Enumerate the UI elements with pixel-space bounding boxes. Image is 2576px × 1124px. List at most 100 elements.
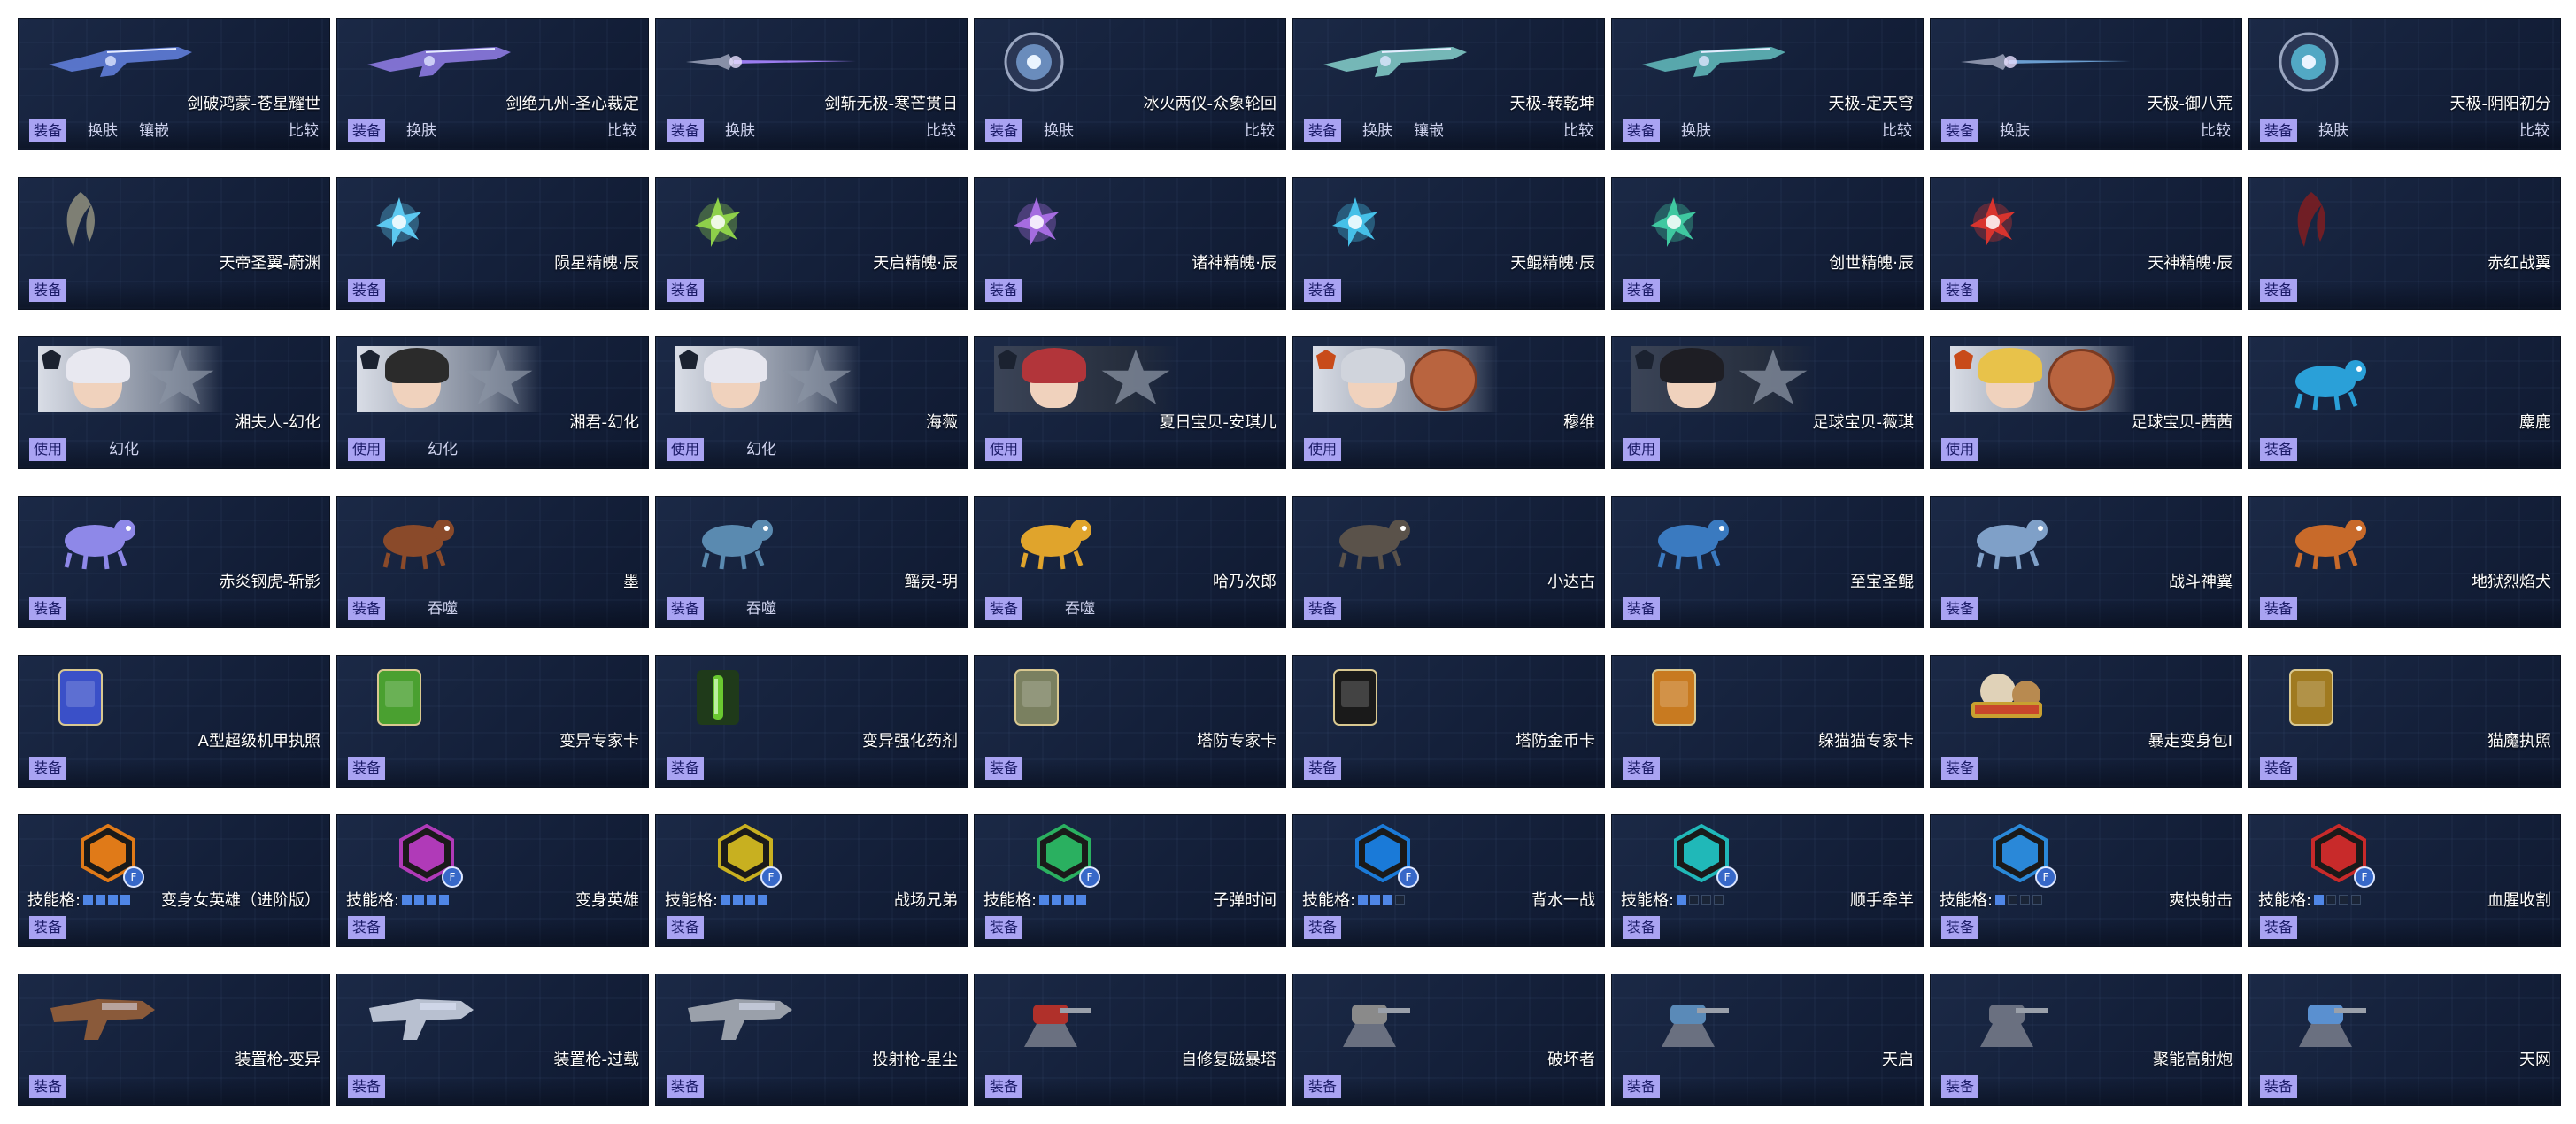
item-card[interactable]: 剑破鸿蒙-苍星耀世 装备 换肤 镶嵌 比较 [18, 18, 330, 150]
item-card[interactable]: 天极-转乾坤 装备 换肤 镶嵌 比较 [1292, 18, 1605, 150]
equip-button[interactable]: 装备 [1941, 119, 1979, 142]
item-card[interactable]: 天鲲精魄·辰 装备 [1292, 177, 1605, 310]
item-card[interactable]: 足球宝贝-薇琪 使用 [1611, 336, 1924, 469]
equip-button[interactable]: 装备 [1304, 597, 1342, 620]
devour-button[interactable]: 吞噬 [1065, 597, 1095, 620]
equip-button[interactable]: 装备 [985, 757, 1023, 780]
item-card[interactable]: 鳐灵-玥 装备 吞噬 [655, 496, 968, 628]
equip-button[interactable]: 装备 [1304, 119, 1342, 142]
item-card[interactable]: 装置枪-过载 装备 [336, 974, 649, 1106]
item-card[interactable]: 小达古 装备 [1292, 496, 1605, 628]
equip-button[interactable]: 装备 [2260, 597, 2298, 620]
equip-button[interactable]: 装备 [1623, 916, 1661, 939]
item-card[interactable]: 暴走变身包I 装备 [1930, 655, 2242, 788]
equip-button[interactable]: 装备 [1623, 757, 1661, 780]
item-card[interactable]: 冰火两仪-众象轮回 装备 换肤 比较 [974, 18, 1286, 150]
use-button[interactable]: 使用 [667, 438, 705, 461]
skin-button[interactable]: 换肤 [725, 119, 755, 142]
item-card[interactable]: 哈乃次郎 装备 吞噬 [974, 496, 1286, 628]
equip-button[interactable]: 装备 [667, 916, 705, 939]
equip-button[interactable]: 装备 [29, 279, 67, 302]
use-button[interactable]: 使用 [348, 438, 386, 461]
equip-button[interactable]: 装备 [29, 597, 67, 620]
item-card[interactable]: 天启精魄·辰 装备 [655, 177, 968, 310]
compare-button[interactable]: 比较 [1563, 119, 1593, 142]
item-card[interactable]: 天极-御八荒 装备 换肤 比较 [1930, 18, 2242, 150]
equip-button[interactable]: 装备 [1623, 597, 1661, 620]
equip-button[interactable]: 装备 [2260, 438, 2298, 461]
item-card[interactable]: 投射枪-星尘 装备 [655, 974, 968, 1106]
equip-button[interactable]: 装备 [985, 916, 1023, 939]
item-card[interactable]: 天帝圣翼-蔚渊 装备 [18, 177, 330, 310]
item-card[interactable]: 塔防专家卡 装备 [974, 655, 1286, 788]
item-card[interactable]: 夏日宝贝-安琪儿 使用 [974, 336, 1286, 469]
equip-button[interactable]: 装备 [2260, 916, 2298, 939]
item-card[interactable]: A型超级机甲执照 装备 [18, 655, 330, 788]
item-card[interactable]: 战斗神翼 装备 [1930, 496, 2242, 628]
item-card[interactable]: F 变身女英雄（进阶版） 技能格: 装备 [18, 814, 330, 947]
equip-button[interactable]: 装备 [667, 757, 705, 780]
equip-button[interactable]: 装备 [1941, 597, 1979, 620]
item-card[interactable]: 天极-定天穹 装备 换肤 比较 [1611, 18, 1924, 150]
item-card[interactable]: 变异专家卡 装备 [336, 655, 649, 788]
devour-button[interactable]: 吞噬 [428, 597, 458, 620]
item-card[interactable]: 地狱烈焰犬 装备 [2248, 496, 2561, 628]
item-card[interactable]: 湘君-幻化 使用 幻化 [336, 336, 649, 469]
skin-button[interactable]: 换肤 [1681, 119, 1711, 142]
item-card[interactable]: 穆维 使用 [1292, 336, 1605, 469]
item-card[interactable]: 破坏者 装备 [1292, 974, 1605, 1106]
compare-button[interactable]: 比较 [1882, 119, 1912, 142]
use-button[interactable]: 使用 [1304, 438, 1342, 461]
item-card[interactable]: 天网 装备 [2248, 974, 2561, 1106]
item-card[interactable]: 聚能高射炮 装备 [1930, 974, 2242, 1106]
use-button[interactable]: 使用 [985, 438, 1023, 461]
illusion-button[interactable]: 幻化 [428, 438, 458, 461]
compare-button[interactable]: 比较 [289, 119, 319, 142]
item-card[interactable]: F 顺手牵羊 技能格: 装备 [1611, 814, 1924, 947]
equip-button[interactable]: 装备 [348, 279, 386, 302]
equip-button[interactable]: 装备 [985, 279, 1023, 302]
item-card[interactable]: 塔防金币卡 装备 [1292, 655, 1605, 788]
skin-button[interactable]: 换肤 [406, 119, 436, 142]
compare-button[interactable]: 比较 [926, 119, 956, 142]
equip-button[interactable]: 装备 [1304, 916, 1342, 939]
item-card[interactable]: 装置枪-变异 装备 [18, 974, 330, 1106]
equip-button[interactable]: 装备 [1941, 757, 1979, 780]
equip-button[interactable]: 装备 [348, 1075, 386, 1098]
use-button[interactable]: 使用 [1623, 438, 1661, 461]
compare-button[interactable]: 比较 [1245, 119, 1275, 142]
item-card[interactable]: 剑斩无极-寒芒贯日 装备 换肤 比较 [655, 18, 968, 150]
equip-button[interactable]: 装备 [29, 119, 67, 142]
equip-button[interactable]: 装备 [2260, 757, 2298, 780]
compare-button[interactable]: 比较 [2201, 119, 2231, 142]
use-button[interactable]: 使用 [29, 438, 67, 461]
equip-button[interactable]: 装备 [667, 119, 705, 142]
item-card[interactable]: 猫魔执照 装备 [2248, 655, 2561, 788]
equip-button[interactable]: 装备 [1941, 916, 1979, 939]
devour-button[interactable]: 吞噬 [746, 597, 776, 620]
illusion-button[interactable]: 幻化 [746, 438, 776, 461]
equip-button[interactable]: 装备 [985, 597, 1023, 620]
equip-button[interactable]: 装备 [985, 1075, 1023, 1098]
equip-button[interactable]: 装备 [348, 757, 386, 780]
item-card[interactable]: 墨装备 吞噬 [336, 496, 649, 628]
inlay-button[interactable]: 镶嵌 [1414, 119, 1444, 142]
equip-button[interactable]: 装备 [1941, 1075, 1979, 1098]
item-card[interactable]: 天神精魄·辰 装备 [1930, 177, 2242, 310]
skin-button[interactable]: 换肤 [1362, 119, 1392, 142]
skin-button[interactable]: 换肤 [1044, 119, 1074, 142]
item-card[interactable]: F 子弹时间 技能格: 装备 [974, 814, 1286, 947]
item-card[interactable]: 陨星精魄·辰 装备 [336, 177, 649, 310]
item-card[interactable]: 至宝圣鲲 装备 [1611, 496, 1924, 628]
equip-button[interactable]: 装备 [667, 279, 705, 302]
inlay-button[interactable]: 镶嵌 [139, 119, 169, 142]
equip-button[interactable]: 装备 [1304, 1075, 1342, 1098]
item-card[interactable]: 湘夫人-幻化 使用 幻化 [18, 336, 330, 469]
equip-button[interactable]: 装备 [1304, 757, 1342, 780]
item-card[interactable]: 剑绝九州-圣心裁定 装备 换肤 比较 [336, 18, 649, 150]
item-card[interactable]: F 背水一战 技能格: 装备 [1292, 814, 1605, 947]
item-card[interactable]: 海薇 使用 幻化 [655, 336, 968, 469]
equip-button[interactable]: 装备 [29, 757, 67, 780]
item-card[interactable]: 自修复磁暴塔 装备 [974, 974, 1286, 1106]
compare-button[interactable]: 比较 [2519, 119, 2549, 142]
